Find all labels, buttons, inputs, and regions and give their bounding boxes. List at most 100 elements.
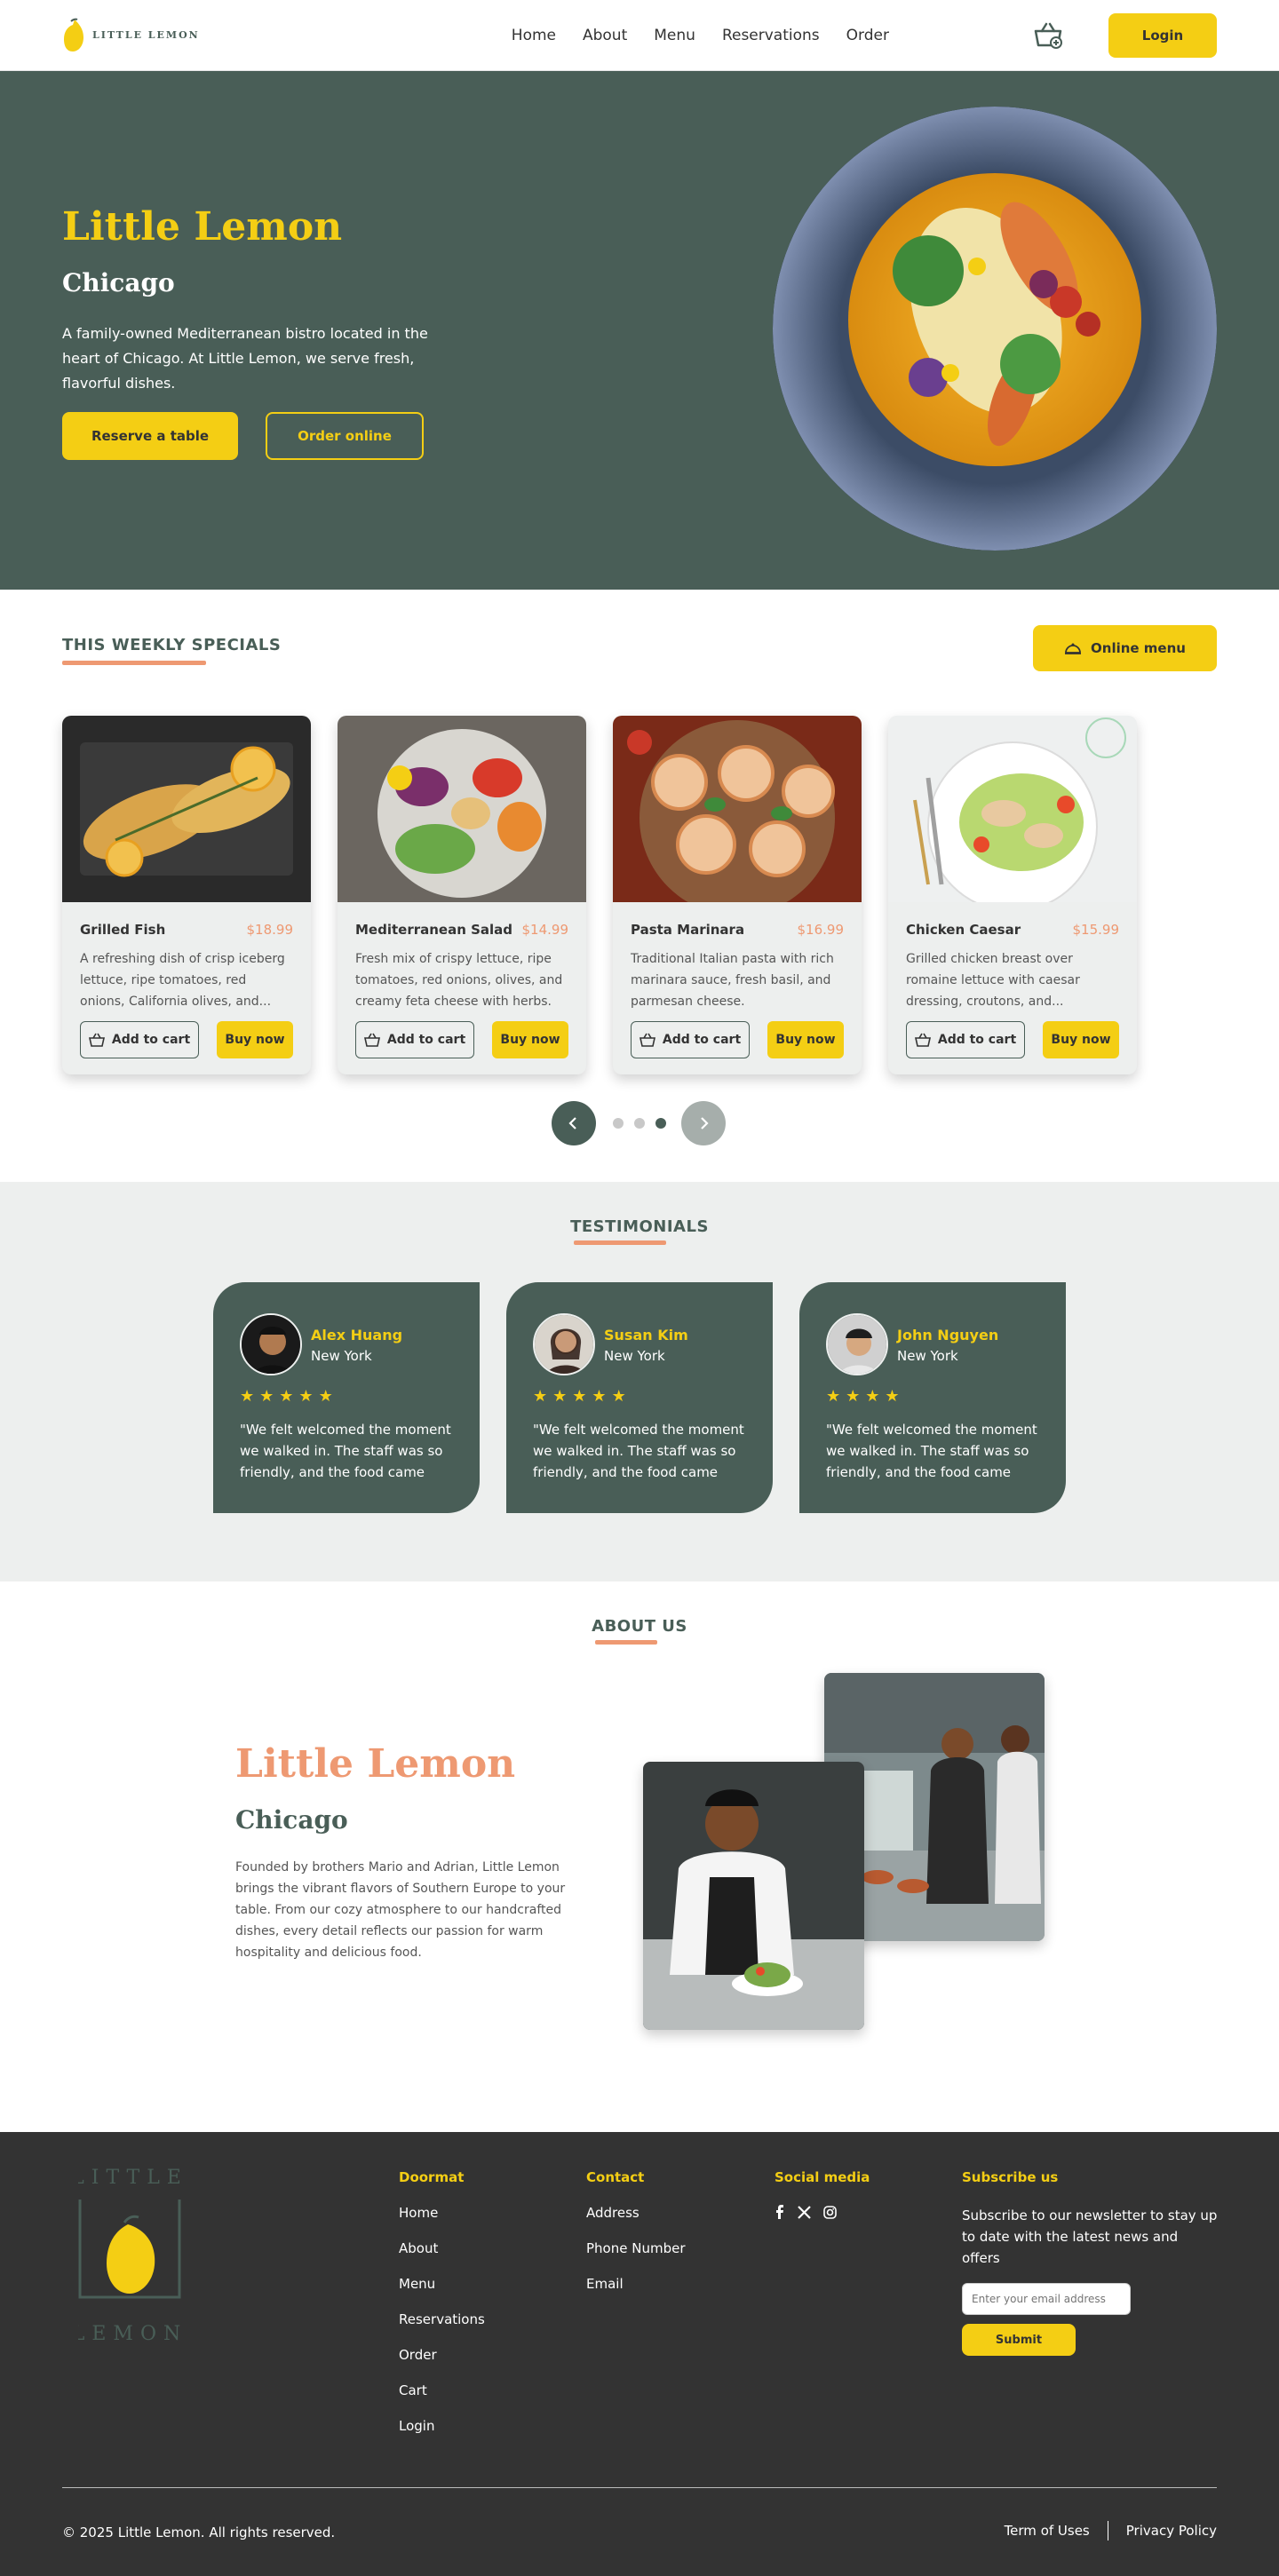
- footer-doormat: Doormat Home About Menu Reservations Ord…: [399, 2169, 485, 2453]
- footer-logo-bottom-text: LEMON: [78, 2323, 181, 2345]
- avatar: [533, 1313, 595, 1375]
- footer-link-phone[interactable]: Phone Number: [586, 2240, 686, 2258]
- footer-link-cart[interactable]: Cart: [399, 2382, 485, 2400]
- footer-logo[interactable]: LITTLE LEMON: [71, 2166, 181, 2352]
- chevron-left-icon: [568, 1117, 576, 1129]
- buy-now-button[interactable]: Buy now: [767, 1021, 844, 1058]
- footer-social: Social media: [775, 2169, 870, 2219]
- star-icon: ★: [298, 1387, 314, 1406]
- carousel-prev-button[interactable]: [552, 1101, 596, 1145]
- terms-link[interactable]: Term of Uses: [1005, 2523, 1090, 2539]
- testimonial-city: New York: [311, 1348, 372, 1364]
- testimonial-quote: "We felt welcomed the moment we walked i…: [240, 1422, 451, 1480]
- star-icon: ★: [572, 1387, 587, 1406]
- footer-link-reservations[interactable]: Reservations: [399, 2311, 485, 2329]
- buy-now-button[interactable]: Buy now: [492, 1021, 568, 1058]
- testimonial-city: New York: [604, 1348, 665, 1364]
- star-icon: ★: [240, 1387, 255, 1406]
- buy-now-button[interactable]: Buy now: [1043, 1021, 1119, 1058]
- footer-subscribe: Subscribe us Subscribe to our newsletter…: [962, 2169, 1219, 2356]
- special-card: Pasta Marinara $16.99 Traditional Italia…: [613, 716, 862, 1074]
- grilled-fish-image: [62, 716, 311, 902]
- submit-button[interactable]: Submit: [962, 2324, 1076, 2356]
- testimonial-name: Susan Kim: [604, 1327, 688, 1343]
- footer-link-address[interactable]: Address: [586, 2205, 686, 2223]
- instagram-icon[interactable]: [823, 2205, 837, 2219]
- logo-text: LITTLE LEMON: [92, 29, 200, 41]
- footer-logo-top-text: LITTLE: [78, 2167, 181, 2189]
- star-icon: ★: [318, 1387, 333, 1406]
- about-restaurant-name: Little Lemon: [235, 1741, 516, 1787]
- online-menu-button[interactable]: Online menu: [1033, 625, 1217, 671]
- about-description: Founded by brothers Mario and Adrian, Li…: [235, 1860, 566, 1960]
- testimonial-name: Alex Huang: [311, 1327, 403, 1343]
- add-to-cart-button[interactable]: Add to cart: [631, 1021, 750, 1058]
- buy-now-button[interactable]: Buy now: [217, 1021, 293, 1058]
- footer-link-about[interactable]: About: [399, 2240, 485, 2258]
- special-name: Pasta Marinara: [631, 922, 745, 938]
- testimonial-card: John Nguyen New York ★ ★ ★ ★ "We felt welco…: [799, 1282, 1066, 1513]
- special-card: Mediterranean Salad $14.99 Fresh mix of …: [338, 716, 586, 1074]
- cart-icon[interactable]: [1032, 20, 1064, 52]
- special-card: Grilled Fish $18.99 A refreshing dish of…: [62, 716, 311, 1074]
- facebook-icon[interactable]: [775, 2205, 785, 2219]
- lemon-logo-icon: [64, 18, 83, 52]
- logo[interactable]: LITTLE LEMON: [62, 18, 200, 53]
- about-city: Chicago: [235, 1805, 348, 1835]
- special-name: Grilled Fish: [80, 922, 166, 938]
- footer-link-email[interactable]: Email: [586, 2276, 686, 2294]
- x-icon[interactable]: [798, 2205, 811, 2219]
- hero-title: Little Lemon: [62, 204, 343, 250]
- chevron-right-icon: [701, 1117, 709, 1129]
- doormat-heading: Doormat: [399, 2169, 465, 2185]
- star-icon: ★: [592, 1387, 607, 1406]
- social-heading: Social media: [775, 2169, 870, 2185]
- about-title: ABOUT US: [592, 1617, 687, 1636]
- mediterranean-salad-image: [338, 716, 586, 902]
- special-description: Fresh mix of crispy lettuce, ripe tomato…: [355, 952, 563, 1009]
- hero-section: Little Lemon Chicago A family-owned Medi…: [0, 71, 1279, 590]
- add-to-cart-button[interactable]: Add to cart: [80, 1021, 199, 1058]
- star-icon: ★: [552, 1387, 568, 1406]
- reserve-table-button[interactable]: Reserve a table: [62, 412, 238, 460]
- testimonial-name: John Nguyen: [897, 1327, 999, 1343]
- add-to-cart-label: Add to cart: [662, 1033, 742, 1047]
- add-to-cart-button[interactable]: Add to cart: [355, 1021, 474, 1058]
- testimonials-title-underline: [574, 1240, 666, 1245]
- nav-menu[interactable]: Menu: [654, 27, 695, 44]
- nav-home[interactable]: Home: [512, 27, 556, 44]
- carousel-dots: [613, 1118, 666, 1129]
- add-to-cart-label: Add to cart: [111, 1033, 191, 1047]
- footer-link-login[interactable]: Login: [399, 2418, 485, 2436]
- privacy-link[interactable]: Privacy Policy: [1126, 2523, 1217, 2539]
- star-icon: ★: [865, 1387, 880, 1406]
- carousel-dot[interactable]: [634, 1118, 645, 1129]
- nav-order[interactable]: Order: [846, 27, 889, 44]
- add-to-cart-button[interactable]: Add to cart: [906, 1021, 1025, 1058]
- email-field[interactable]: [962, 2283, 1131, 2315]
- chef-plating-image: [643, 1762, 864, 2030]
- cart-icon: [363, 1033, 380, 1047]
- cloche-icon: [1065, 643, 1082, 654]
- special-price: $18.99: [246, 922, 294, 938]
- legal-links: Term of Uses Privacy Policy: [1005, 2521, 1217, 2540]
- carousel-dot-active[interactable]: [655, 1118, 666, 1129]
- avatar: [826, 1313, 888, 1375]
- footer-link-home[interactable]: Home: [399, 2205, 485, 2223]
- specials-cards: Grilled Fish $18.99 A refreshing dish of…: [62, 716, 1137, 1074]
- subscribe-text: Subscribe to our newsletter to stay up t…: [962, 2207, 1218, 2266]
- testimonials-section: TESTIMONIALS Alex Huang New York ★ ★ ★ ★ ★ "…: [0, 1182, 1279, 1581]
- testimonial-card: Alex Huang New York ★ ★ ★ ★ ★ "We felt welco…: [213, 1282, 480, 1513]
- footer-link-menu[interactable]: Menu: [399, 2276, 485, 2294]
- carousel-next-button[interactable]: [681, 1101, 726, 1145]
- pasta-marinara-image: [613, 716, 862, 902]
- star-icon: ★: [533, 1387, 548, 1406]
- footer-link-order[interactable]: Order: [399, 2347, 485, 2365]
- nav-reservations[interactable]: Reservations: [722, 27, 820, 44]
- subscribe-heading: Subscribe us: [962, 2169, 1059, 2185]
- nav-about[interactable]: About: [583, 27, 627, 44]
- specials-title-underline: [62, 661, 206, 665]
- login-button[interactable]: Login: [1108, 12, 1217, 58]
- carousel-dot[interactable]: [613, 1118, 624, 1129]
- order-online-button[interactable]: Order online: [266, 412, 424, 460]
